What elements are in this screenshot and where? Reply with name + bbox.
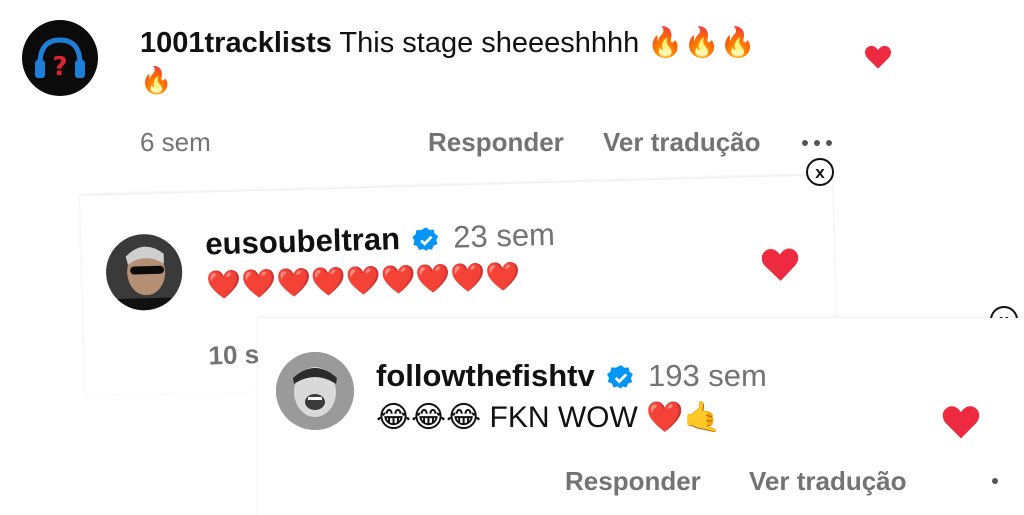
timestamp: 193 sem	[647, 358, 767, 393]
reply-button[interactable]: Responder	[565, 466, 701, 497]
heart-icon[interactable]	[941, 404, 981, 440]
svg-text:?: ?	[52, 52, 67, 82]
avatar[interactable]: ?	[22, 20, 98, 96]
username[interactable]: followthefishtv	[376, 358, 595, 393]
heart-icon[interactable]	[760, 246, 801, 283]
timestamp: 23 sem	[452, 216, 556, 255]
comment-card-1001tracklists: ? 1001tracklists This stage sheeeshhhh 🔥…	[0, 0, 912, 190]
avatar[interactable]	[105, 233, 184, 312]
avatar[interactable]	[276, 352, 354, 430]
profile-photo-icon	[276, 352, 354, 430]
more-options-icon[interactable]	[992, 478, 998, 484]
comment-card-followthefishtv: followthefishtv 193 sem 😂😂😂 FKN WOW ❤️🤙 …	[258, 318, 1024, 515]
comment-text: ❤️❤️❤️❤️❤️❤️❤️❤️❤️	[206, 259, 521, 302]
profile-photo-icon	[105, 233, 184, 312]
translate-button[interactable]: Ver tradução	[749, 466, 907, 497]
comment-text-continued: 🔥	[140, 66, 173, 96]
verified-badge-icon	[412, 227, 439, 251]
username[interactable]: 1001tracklists	[140, 27, 332, 59]
timestamp-partial: 10 s	[208, 339, 260, 371]
timestamp: 6 sem	[140, 127, 211, 157]
reply-button[interactable]: Responder	[428, 127, 564, 158]
heart-icon[interactable]	[864, 44, 892, 70]
comment-text: 😂😂😂 FKN WOW ❤️🤙	[376, 401, 721, 434]
comment-text: This stage sheeeshhhh 🔥🔥🔥	[339, 27, 756, 59]
more-options-icon[interactable]	[802, 140, 832, 146]
username[interactable]: eusoubeltran	[205, 221, 401, 261]
headphones-question-icon: ?	[35, 37, 85, 82]
translate-button[interactable]: Ver tradução	[603, 127, 761, 158]
close-button[interactable]: x	[806, 158, 834, 186]
verified-badge-icon	[607, 364, 634, 389]
